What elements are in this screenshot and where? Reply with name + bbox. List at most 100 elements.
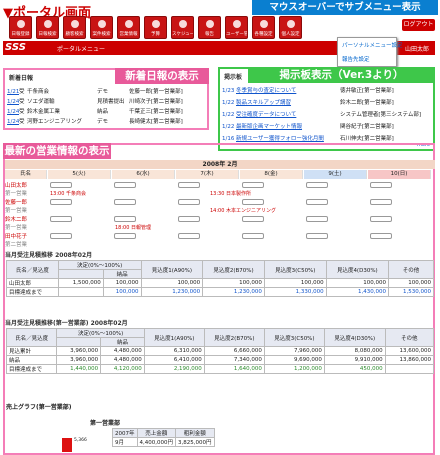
toolbar-icon [71, 20, 79, 28]
calendar-cell-chip[interactable] [178, 182, 200, 188]
calendar-event[interactable]: 14:00 木本エンジニアリング [210, 207, 276, 214]
calendar-cell-chip[interactable] [50, 199, 72, 205]
submenu: パーソナルメニュー設定 報告先設定 [337, 37, 403, 67]
board-title[interactable]: 受注確度データについて [236, 111, 340, 119]
news-by: 長崎健太[第二営業部] [129, 119, 183, 125]
board-by: 石川伸夫[第二営業部] [340, 136, 394, 142]
news-row[interactable]: 1/24受 河野エンジニアリング デモ 長崎健太[第二営業部] [7, 118, 207, 126]
news-date[interactable]: 1/24 [7, 118, 19, 126]
calendar-day-header[interactable]: 7(木) [176, 170, 239, 179]
toolbar-button-9[interactable]: 各種設定 [252, 16, 275, 39]
calendar-cell-chip[interactable] [306, 182, 328, 188]
board-heading: 掲示板 [224, 74, 243, 81]
row-label: 見込累計 [5, 346, 58, 356]
calendar-cell-chip[interactable] [370, 199, 392, 205]
row-value [57, 287, 104, 297]
toolbar-button-3[interactable]: 案件検索 [90, 16, 113, 39]
calendar-cell-chip[interactable] [114, 233, 136, 239]
calendar-person[interactable]: 佐藤一郎 第一営業 [5, 198, 47, 214]
calendar-cell-chip[interactable] [306, 233, 328, 239]
toolbar-button-4[interactable]: 営業情報 [117, 16, 140, 39]
calendar-cell-chip[interactable] [242, 216, 264, 222]
calendar-event[interactable]: 18:00 日報管理 [115, 224, 151, 231]
calendar-cell-chip[interactable] [370, 233, 392, 239]
board-title[interactable]: 製品スキルアップ講習 [236, 99, 340, 107]
toolbar-button-1[interactable]: 日報検索 [36, 16, 59, 39]
logout-button[interactable]: ログアウト [402, 19, 435, 31]
person-name[interactable]: 鈴木二郎 [5, 215, 47, 223]
news-row[interactable]: 1/24受 鈴木金属工業 納品 千葉正三[第二営業部] [7, 108, 207, 116]
news-date[interactable]: 1/21 [7, 88, 19, 96]
news-row[interactable]: 1/21受 千条商会 デモ 佐藤一郎[第一営業部] [7, 88, 207, 96]
calendar-cell-chip[interactable] [178, 199, 200, 205]
calendar-name-header: 氏名 [5, 170, 47, 179]
row-value: 1,200,000 [263, 364, 325, 374]
news-kind: 受 [19, 109, 25, 115]
board-row[interactable]: 1/22 製品スキルアップ講習 鈴木二郎[第一営業部] [222, 99, 432, 107]
calendar-person[interactable]: 鈴木二郎 第一営業 [5, 215, 47, 231]
news-date[interactable]: 1/24 [7, 98, 19, 106]
calendar-day-header[interactable]: 5(火) [48, 170, 111, 179]
board-date: 1/22 [222, 124, 235, 130]
board-row[interactable]: 1/22 受注確度データについて システム管理者[第三システム部] [222, 111, 432, 119]
calendar-cell-chip[interactable] [50, 233, 72, 239]
calendar-event[interactable]: 13:30 日本製作所 [210, 190, 251, 197]
board-title[interactable]: 新規ユーザー獲得フォロー強化月間 [236, 135, 340, 143]
calendar-cell-chip[interactable] [242, 233, 264, 239]
calendar-person[interactable]: 山田太郎 第一営業 [5, 181, 47, 197]
board-row[interactable]: 1/23 冬季賞与の査定について 徳井敏正[第一営業部] [222, 87, 432, 95]
board-row[interactable]: 1/16 新規ユーザー獲得フォロー強化月間 石川伸夫[第二営業部] [222, 135, 432, 143]
toolbar-button-7[interactable]: 報告 [198, 16, 221, 39]
calendar-cell-chip[interactable] [50, 216, 72, 222]
calendar-cell-chip[interactable] [242, 199, 264, 205]
calendar-day-header[interactable]: 6(水) [112, 170, 175, 179]
calendar-cell-chip[interactable] [50, 182, 72, 188]
toolbar-button-5[interactable]: 予算 [144, 16, 167, 39]
calendar-cell-chip[interactable] [178, 233, 200, 239]
toolbar-label: 顧客検索 [65, 32, 84, 37]
calendar-cell-chip[interactable] [114, 182, 136, 188]
calendar-event[interactable]: 13:00 千条商会 [50, 190, 86, 197]
graph-table: 2007年 売上金額 粗利金額 9月 4,400,000円 3,825,000円 [112, 428, 215, 447]
calendar-cell-chip[interactable] [178, 216, 200, 222]
graph-bar [62, 438, 72, 452]
callout-sales: 最新の営業情報の表示 [3, 143, 111, 159]
person-name[interactable]: 佐藤一郎 [5, 198, 47, 206]
calendar-day-header[interactable]: 8(金) [240, 170, 303, 179]
person-name[interactable]: 田中花子 [5, 232, 47, 240]
row-value: 100,000 [325, 278, 389, 288]
calendar-day-header[interactable]: 9(土) [304, 170, 367, 179]
board-title[interactable]: 最新版企画マーケット情報 [236, 123, 340, 131]
submenu-item-personal[interactable]: パーソナルメニュー設定 [338, 38, 403, 52]
person-dept: 第二営業 [5, 242, 28, 248]
calendar-cell-chip[interactable] [114, 199, 136, 205]
toolbar-button-2[interactable]: 顧客検索 [63, 16, 86, 39]
toolbar-button-10[interactable]: 個人設定 [279, 16, 302, 39]
calendar-title: 2008年 2月 [5, 160, 435, 169]
person-name[interactable]: 山田太郎 [5, 181, 47, 189]
calendar-cell-chip[interactable] [370, 216, 392, 222]
row-value: 450,000 [323, 364, 386, 374]
breadcrumb[interactable]: ポータルメニュー [57, 44, 105, 53]
calendar-day-header[interactable]: 10(日) [368, 170, 431, 179]
calendar-cell-chip[interactable] [370, 182, 392, 188]
calendar-cell-chip[interactable] [242, 182, 264, 188]
board-title[interactable]: 冬季賞与の査定について [236, 87, 340, 95]
news-row[interactable]: 1/24受 ソエダ運輸 見積書提出 川崎次子[第二営業部] [7, 98, 207, 106]
toolbar-button-0[interactable]: 日報登録 [9, 16, 32, 39]
news-type: 見積書提出 [97, 99, 125, 105]
calendar-cell-chip[interactable] [306, 216, 328, 222]
calendar-cell-chip[interactable] [114, 216, 136, 222]
budget-title: 当月受注見積推移 2008年02月 [5, 252, 93, 259]
budget-dept-table: 氏名／見込度 決定(0%〜100%) 見込度1(A90%) 見込度2(B70%)… [5, 328, 435, 374]
news-date[interactable]: 1/24 [7, 108, 19, 116]
calendar-person[interactable]: 田中花子 第二営業 [5, 232, 47, 248]
toolbar-button-6[interactable]: スケジュール [171, 16, 194, 39]
calendar-cell-chip[interactable] [306, 199, 328, 205]
toolbar-label: 案件検索 [92, 32, 111, 37]
toolbar-icon [206, 20, 214, 28]
toolbar-label: 営業情報 [119, 32, 138, 37]
submenu-item-report[interactable]: 報告先設定 [338, 52, 396, 66]
board-row[interactable]: 1/22 最新版企画マーケット情報 関谷紀子[第二営業部] [222, 123, 432, 131]
toolbar-button-8[interactable]: ユーザー管理 [225, 16, 248, 39]
